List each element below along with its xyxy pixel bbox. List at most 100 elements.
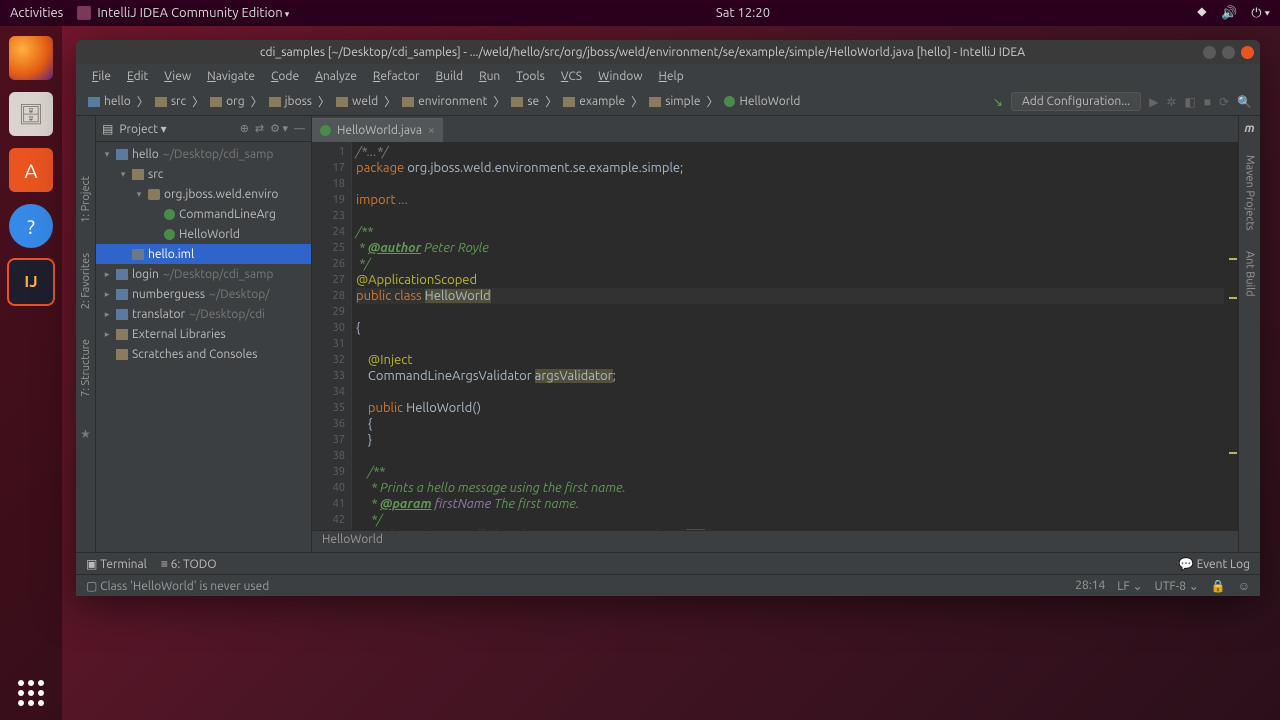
close-tab-icon[interactable]: × [428, 124, 435, 137]
update-project-icon[interactable]: ⟳ [1219, 95, 1229, 109]
menu-refactor[interactable]: Refactor [367, 68, 426, 85]
tree-item-numberguess[interactable]: ▸numberguess ~/Desktop/ [96, 284, 311, 304]
tree-item-translator[interactable]: ▸translator ~/Desktop/cdi [96, 304, 311, 324]
debug-icon[interactable]: ✲ [1166, 95, 1176, 109]
window-titlebar[interactable]: cdi_samples [~/Desktop/cdi_samples] - ..… [76, 40, 1260, 64]
breadcrumb-environment[interactable]: environment [398, 93, 491, 110]
tool-favorites[interactable]: 2: Favorites [80, 253, 92, 309]
tool-structure[interactable]: 7: Structure [80, 339, 92, 397]
app-menu[interactable]: IntelliJ IDEA Community Edition [77, 6, 289, 21]
volume-icon[interactable]: 🔊 [1221, 6, 1237, 21]
editor-breadcrumb[interactable]: HelloWorld [312, 530, 1238, 552]
tool-project[interactable]: 1: Project [80, 176, 92, 223]
window-title: cdi_samples [~/Desktop/cdi_samples] - ..… [82, 46, 1203, 59]
menu-window[interactable]: Window [592, 68, 648, 85]
breadcrumb-src[interactable]: src [151, 93, 190, 110]
ubuntu-dock: 🗄 A ? IJ [0, 26, 62, 720]
menu-build[interactable]: Build [430, 68, 470, 85]
menu-run[interactable]: Run [473, 68, 506, 85]
editor-tab-helloworld[interactable]: HelloWorld.java × [312, 118, 443, 142]
breadcrumb-weld[interactable]: weld [332, 93, 382, 110]
todo-tool-button[interactable]: ≡ 6: TODO [161, 557, 217, 571]
tree-item-helloworld[interactable]: HelloWorld [96, 224, 311, 244]
menu-file[interactable]: File [86, 68, 117, 85]
terminal-tool-button[interactable]: ▣ Terminal [86, 557, 147, 571]
minimize-button[interactable] [1203, 46, 1216, 59]
bottom-tool-stripe: ▣ Terminal ≡ 6: TODO 💬 Event Log [76, 552, 1260, 574]
hide-icon[interactable]: — [294, 123, 305, 135]
editor-tabs: HelloWorld.java × [312, 116, 1238, 142]
event-log-button[interactable]: 💬 Event Log [1179, 557, 1250, 571]
scroll-icon[interactable]: ⇄ [255, 122, 264, 135]
files-icon[interactable]: 🗄 [9, 92, 53, 136]
show-apps-icon[interactable] [18, 680, 44, 706]
gnome-top-bar: Activities IntelliJ IDEA Community Editi… [0, 0, 1280, 26]
run-configuration-selector[interactable]: Add Configuration... [1011, 92, 1141, 111]
code-editor[interactable]: /*...*/ package org.jboss.weld.environme… [352, 142, 1228, 530]
menu-edit[interactable]: Edit [121, 68, 154, 85]
status-message: Class 'HelloWorld' is never used [100, 580, 269, 593]
help-icon[interactable]: ? [9, 204, 53, 248]
coverage-icon[interactable]: ◧ [1184, 95, 1195, 109]
navigation-bar: hello〉src〉org〉jboss〉weld〉environment〉se〉… [76, 88, 1260, 116]
breadcrumb-hello[interactable]: hello [84, 93, 135, 110]
cursor-position[interactable]: 28:14 [1075, 579, 1105, 593]
menu-vcs[interactable]: VCS [555, 68, 588, 85]
tool-antbuild[interactable]: Ant Build [1244, 251, 1256, 297]
tool-mavenprojects[interactable]: Maven Projects [1244, 155, 1256, 231]
intellij-icon [77, 6, 91, 20]
run-icon[interactable]: ▶ [1149, 95, 1158, 109]
clock[interactable]: Sat 12:20 [716, 6, 770, 20]
tree-item-scratchesandconsoles[interactable]: Scratches and Consoles [96, 344, 311, 364]
network-icon[interactable]: ⯁ [1197, 6, 1207, 21]
maximize-button[interactable] [1222, 46, 1235, 59]
java-class-icon [320, 125, 331, 136]
software-icon[interactable]: A [9, 148, 53, 192]
tree-item-hello[interactable]: ▾hello ~/Desktop/cdi_samp [96, 144, 311, 164]
maven-m-icon: m [1244, 122, 1254, 135]
tree-item-externallibraries[interactable]: ▸External Libraries [96, 324, 311, 344]
project-view-title[interactable]: Project ▾ [119, 122, 233, 136]
editor-area: HelloWorld.java × 1171819232425262728293… [312, 116, 1238, 552]
line-separator[interactable]: LF ⌄ [1117, 579, 1142, 593]
breadcrumb-helloworld[interactable]: HelloWorld [720, 93, 804, 110]
activities-button[interactable]: Activities [10, 6, 63, 20]
tree-item-login[interactable]: ▸login ~/Desktop/cdi_samp [96, 264, 311, 284]
menu-view[interactable]: View [158, 68, 197, 85]
breadcrumb-org[interactable]: org [206, 93, 248, 110]
build-icon[interactable]: ↘ [993, 95, 1003, 109]
menu-analyze[interactable]: Analyze [309, 68, 363, 85]
project-tool-window: ▤ Project ▾ ⊕ ⇄ ⚙ ▾ — ▾hello ~/Desktop/c… [96, 116, 312, 552]
project-view-icon: ▤ [102, 122, 113, 136]
power-icon[interactable]: ⏻ ▾ [1251, 6, 1270, 21]
gear-icon[interactable]: ⚙ ▾ [270, 122, 288, 135]
intellij-dock-icon[interactable]: IJ [9, 260, 53, 304]
menu-code[interactable]: Code [265, 68, 305, 85]
status-bar: ▢ Class 'HelloWorld' is never used 28:14… [76, 574, 1260, 596]
firefox-icon[interactable] [9, 36, 53, 80]
collapse-icon[interactable]: ⊕ [240, 122, 249, 135]
lock-icon[interactable]: 🔒 [1211, 579, 1226, 593]
tree-item-orgjbossweldenviro[interactable]: ▾org.jboss.weld.enviro [96, 184, 311, 204]
right-tool-stripe: m Maven Projects Ant Build [1238, 116, 1260, 552]
search-icon[interactable]: 🔍 [1237, 95, 1252, 109]
file-encoding[interactable]: UTF-8 ⌄ [1155, 579, 1199, 593]
close-button[interactable] [1241, 46, 1254, 59]
tree-item-helloiml[interactable]: hello.iml [96, 244, 311, 264]
error-stripe[interactable] [1228, 142, 1238, 530]
breadcrumb-example[interactable]: example [559, 93, 629, 110]
breadcrumb-se[interactable]: se [507, 93, 543, 110]
left-tool-stripe: 1: Project2: Favorites7: Structure★ [76, 116, 96, 552]
tree-item-commandlinearg[interactable]: CommandLineArg [96, 204, 311, 224]
stop-icon[interactable]: ■ [1204, 95, 1211, 109]
tab-label: HelloWorld.java [337, 124, 422, 137]
menu-help[interactable]: Help [653, 68, 690, 85]
hector-icon[interactable]: ☺ [1238, 579, 1250, 593]
line-gutter[interactable]: 1171819232425262728293031323334353637383… [312, 142, 352, 530]
breadcrumb-jboss[interactable]: jboss [265, 93, 316, 110]
intellij-window: cdi_samples [~/Desktop/cdi_samples] - ..… [76, 40, 1260, 596]
menu-tools[interactable]: Tools [510, 68, 551, 85]
tree-item-src[interactable]: ▾src [96, 164, 311, 184]
menu-navigate[interactable]: Navigate [201, 68, 261, 85]
breadcrumb-simple[interactable]: simple [645, 93, 704, 110]
